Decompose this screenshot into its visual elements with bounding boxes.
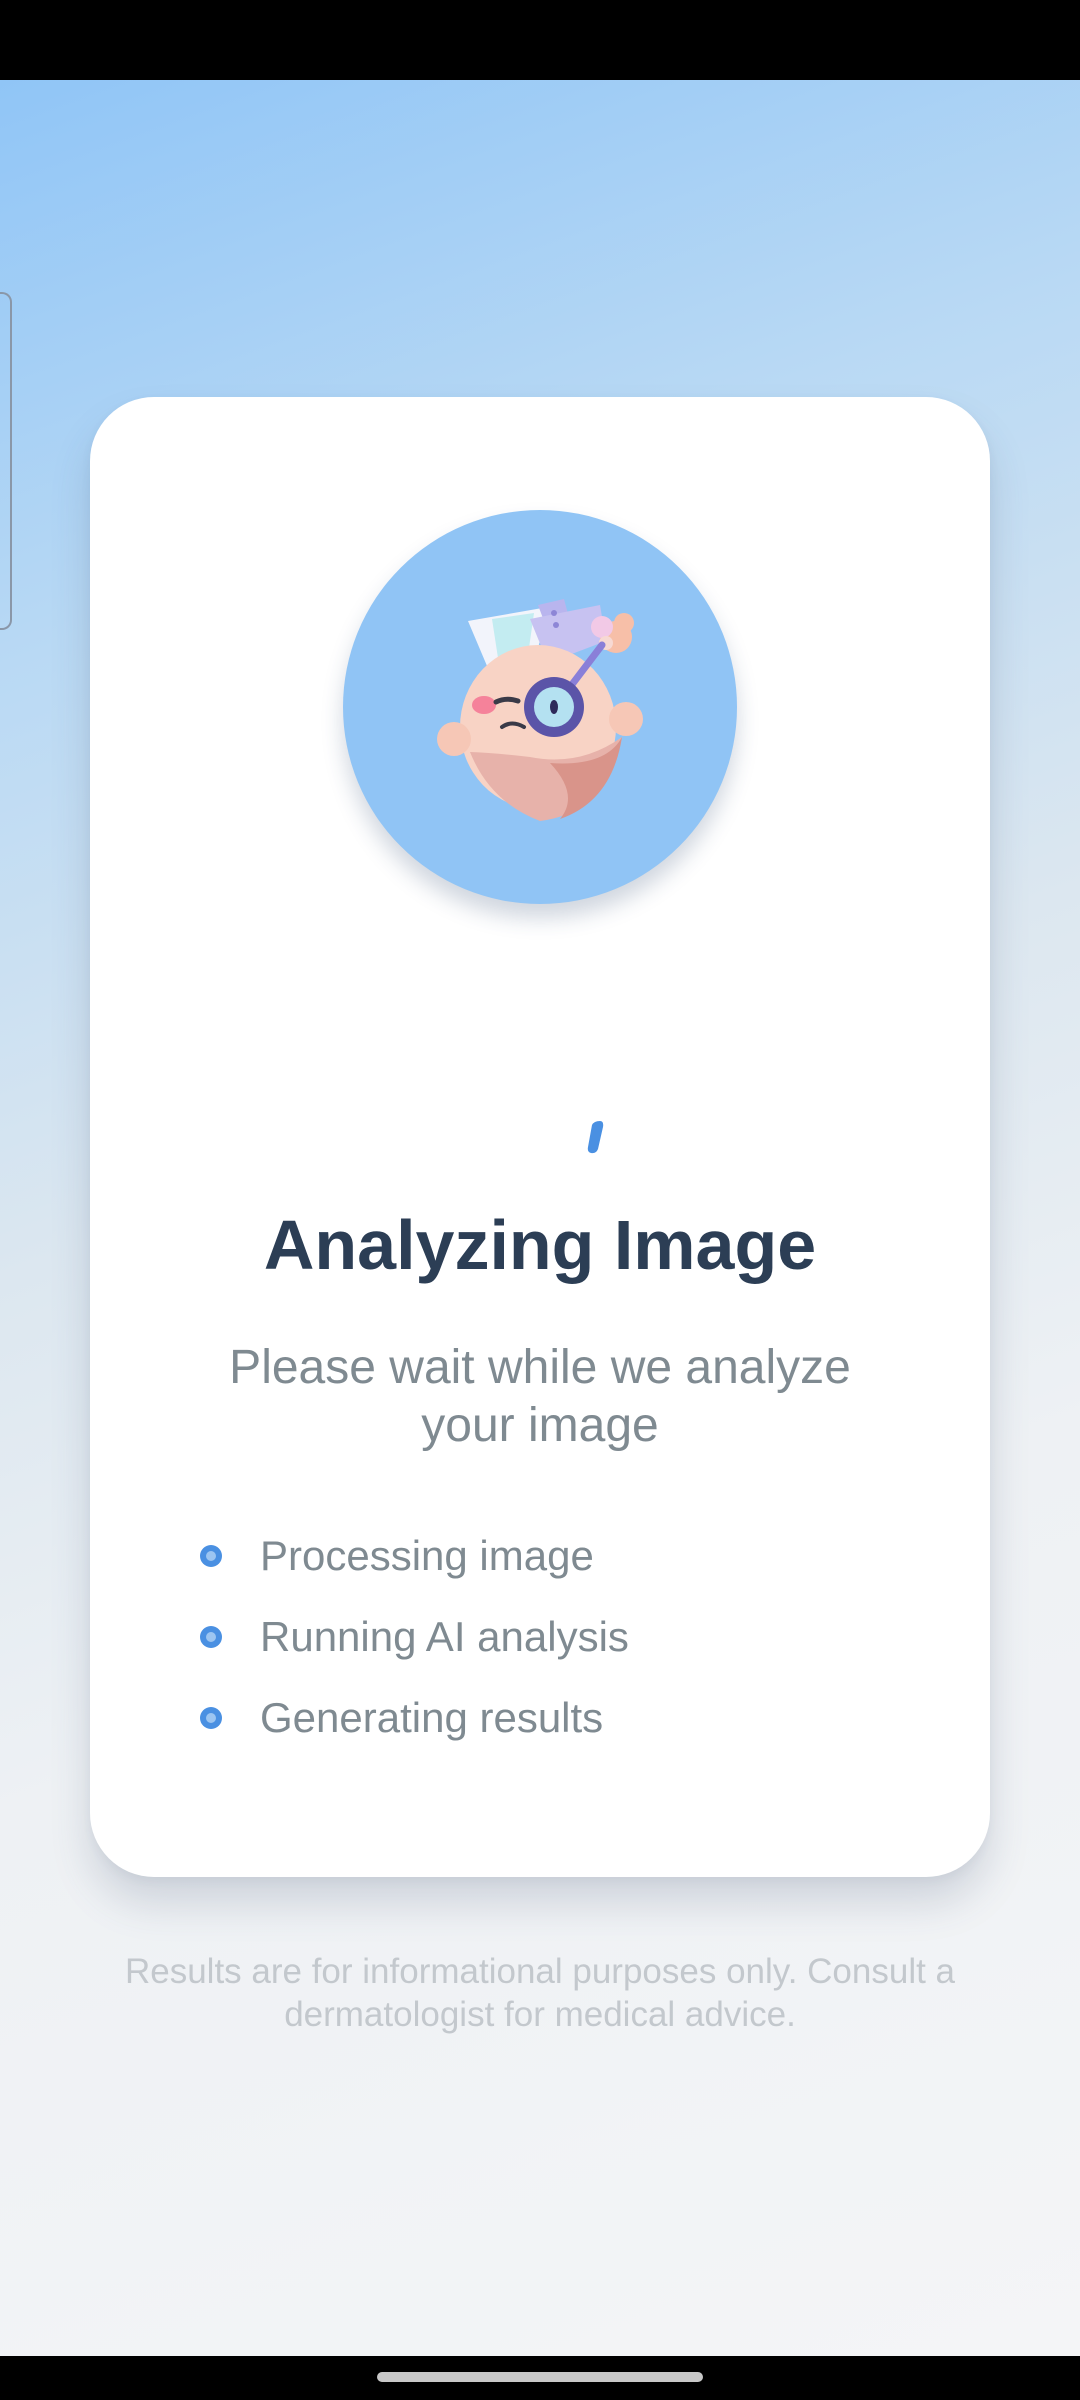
list-item: Generating results: [200, 1677, 900, 1758]
medical-disclaimer: Results are for informational purposes o…: [124, 1952, 956, 2034]
analysis-screen: Analyzing Image Please wait while we ana…: [0, 80, 1080, 2356]
dermatologist-avatar-icon: [437, 599, 643, 821]
analysis-card: Analyzing Image Please wait while we ana…: [90, 397, 990, 1877]
page-title: Analyzing Image: [263, 1206, 817, 1284]
bullet-dot-icon: [200, 1625, 222, 1648]
progress-steps-list: Processing image Running AI analysis Gen…: [200, 1515, 900, 1758]
list-item: Running AI analysis: [200, 1596, 900, 1677]
edge-panel-handle[interactable]: [0, 292, 12, 630]
bullet-dot-icon: [200, 1706, 222, 1729]
bullet-dot-icon: [200, 1544, 222, 1567]
step-label-generating: Generating results: [260, 1693, 604, 1741]
avatar: [343, 510, 737, 904]
loading-spinner-icon: [587, 1121, 604, 1154]
status-bar: [0, 0, 1080, 80]
page-subtitle: Please wait while we analyze your image: [229, 1341, 851, 1452]
home-indicator[interactable]: [377, 2372, 703, 2382]
list-item: Processing image: [200, 1515, 900, 1596]
step-label-processing: Processing image: [260, 1531, 594, 1579]
step-label-ai-analysis: Running AI analysis: [260, 1612, 629, 1660]
